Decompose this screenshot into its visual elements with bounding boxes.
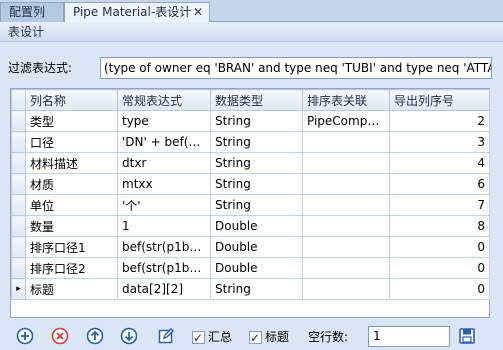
- column-header-data-type[interactable]: 数据类型: [210, 89, 303, 111]
- table-row[interactable]: 排序口径2 bef(str(p1bo... Double 0: [11, 257, 490, 279]
- cell-column-name[interactable]: 材料描述: [25, 152, 118, 174]
- cell-export-order[interactable]: 8: [389, 215, 490, 237]
- cell-export-order[interactable]: 3: [389, 131, 490, 153]
- tab-bar: 配置列表 Pipe Material-表设计 ✕: [0, 0, 503, 37]
- cell-data-type[interactable]: String: [210, 173, 303, 195]
- filter-label: 过滤表达式:: [8, 61, 73, 75]
- panel-title: 表设计: [0, 22, 503, 42]
- title-check-box[interactable]: [249, 329, 262, 347]
- cell-expression[interactable]: data[2][2]: [117, 278, 211, 300]
- row-indicator-header: [11, 89, 26, 111]
- cell-data-type[interactable]: Double: [210, 257, 303, 279]
- cell-sort-link[interactable]: [302, 152, 390, 174]
- summary-checkbox[interactable]: 汇总: [192, 328, 233, 347]
- title-checkbox[interactable]: 标题: [249, 328, 290, 347]
- cell-expression[interactable]: 1: [117, 215, 211, 237]
- row-indicator[interactable]: [11, 110, 26, 132]
- cell-data-type[interactable]: String: [210, 152, 303, 174]
- cell-column-name[interactable]: 口径: [25, 131, 118, 153]
- cell-data-type[interactable]: String: [210, 110, 303, 132]
- cell-data-type[interactable]: Double: [210, 215, 303, 237]
- column-header-expression[interactable]: 常规表达式: [117, 89, 211, 111]
- table-row[interactable]: 材料描述 dtxr String 4: [11, 152, 490, 174]
- row-indicator[interactable]: [11, 257, 26, 279]
- cell-expression[interactable]: dtxr: [117, 152, 211, 174]
- summary-check-box[interactable]: [192, 329, 205, 347]
- table-row[interactable]: 材质 mtxx String 6: [11, 173, 490, 195]
- empty-rows-input[interactable]: 1: [368, 326, 450, 347]
- cell-expression[interactable]: bef(str(p1bo...: [117, 236, 211, 258]
- bottom-toolbar: 汇总 标题 空行数: 1: [0, 324, 503, 350]
- cell-column-name[interactable]: 材质: [25, 173, 118, 195]
- cell-sort-link[interactable]: [302, 236, 390, 258]
- cell-data-type[interactable]: Double: [210, 236, 303, 258]
- cell-export-order[interactable]: 0: [389, 236, 490, 258]
- table-row[interactable]: 排序口径1 bef(str(p1bo... Double 0: [11, 236, 490, 258]
- cell-column-name[interactable]: 类型: [25, 110, 118, 132]
- summary-label: 汇总: [208, 330, 233, 344]
- table-row[interactable]: 数量 1 Double 8: [11, 215, 490, 237]
- cell-data-type[interactable]: String: [210, 278, 303, 300]
- cell-export-order[interactable]: 2: [389, 110, 490, 132]
- cell-sort-link[interactable]: [302, 278, 390, 300]
- cell-column-name[interactable]: 数量: [25, 215, 118, 237]
- grid-header-row: 列名称 常规表达式 数据类型 排序表关联 导出列序号: [11, 89, 490, 111]
- cell-column-name[interactable]: 单位: [25, 194, 118, 216]
- cell-expression[interactable]: type: [117, 110, 211, 132]
- empty-rows-label: 空行数:: [308, 330, 349, 344]
- row-indicator[interactable]: [11, 131, 26, 153]
- cell-export-order[interactable]: 0: [389, 278, 490, 300]
- save-icon[interactable]: [458, 327, 476, 345]
- cell-export-order[interactable]: 7: [389, 194, 490, 216]
- table-row[interactable]: 类型 type String PipeCompne... 2: [11, 110, 490, 132]
- row-indicator[interactable]: [11, 194, 26, 216]
- row-indicator[interactable]: [11, 215, 26, 237]
- cell-data-type[interactable]: String: [210, 131, 303, 153]
- cell-sort-link[interactable]: [302, 194, 390, 216]
- cell-expression[interactable]: 'DN' + bef(st...: [117, 131, 211, 153]
- row-indicator[interactable]: [11, 236, 26, 258]
- tab-config-list[interactable]: 配置列表: [0, 2, 64, 37]
- add-icon[interactable]: [16, 327, 34, 345]
- delete-icon[interactable]: [51, 327, 69, 345]
- cell-expression[interactable]: bef(str(p1bo...: [117, 257, 211, 279]
- close-icon[interactable]: ✕: [193, 3, 203, 21]
- move-down-icon[interactable]: [120, 327, 138, 345]
- tab-table-design[interactable]: Pipe Material-表设计 ✕: [64, 2, 210, 23]
- cell-sort-link[interactable]: PipeCompne...: [302, 110, 390, 132]
- cell-export-order[interactable]: 4: [389, 152, 490, 174]
- cell-column-name[interactable]: 排序口径2: [25, 257, 118, 279]
- cell-column-name[interactable]: 排序口径1: [25, 236, 118, 258]
- column-header-export-order[interactable]: 导出列序号: [389, 89, 490, 111]
- cell-export-order[interactable]: 0: [389, 257, 490, 279]
- table-row[interactable]: ▸ 标题 data[2][2] String 0: [11, 278, 490, 300]
- cell-data-type[interactable]: String: [210, 194, 303, 216]
- columns-grid: 列名称 常规表达式 数据类型 排序表关联 导出列序号 类型 type String P…: [10, 88, 490, 318]
- column-header-sort-link[interactable]: 排序表关联: [302, 89, 390, 111]
- move-up-icon[interactable]: [86, 327, 104, 345]
- tab-table-design-label: Pipe Material-表设计: [73, 5, 192, 19]
- edit-icon[interactable]: [157, 327, 175, 345]
- row-indicator[interactable]: [11, 173, 26, 195]
- cell-expression[interactable]: '个': [117, 194, 211, 216]
- row-indicator[interactable]: [11, 152, 26, 174]
- title-label: 标题: [265, 330, 290, 344]
- cell-sort-link[interactable]: [302, 257, 390, 279]
- row-indicator[interactable]: ▸: [11, 278, 26, 300]
- table-design-panel: 表设计 过滤表达式: (type of owner eq 'BRAN' and …: [0, 22, 503, 350]
- column-header-name[interactable]: 列名称: [25, 89, 118, 111]
- cell-sort-link[interactable]: [302, 215, 390, 237]
- table-row[interactable]: 单位 '个' String 7: [11, 194, 490, 216]
- cell-expression[interactable]: mtxx: [117, 173, 211, 195]
- cell-sort-link[interactable]: [302, 131, 390, 153]
- cell-column-name[interactable]: 标题: [25, 278, 118, 300]
- cell-export-order[interactable]: 6: [389, 173, 490, 195]
- filter-expression-input[interactable]: (type of owner eq 'BRAN' and type neq 'T…: [100, 57, 492, 79]
- table-row[interactable]: 口径 'DN' + bef(st... String 3: [11, 131, 490, 153]
- cell-sort-link[interactable]: [302, 173, 390, 195]
